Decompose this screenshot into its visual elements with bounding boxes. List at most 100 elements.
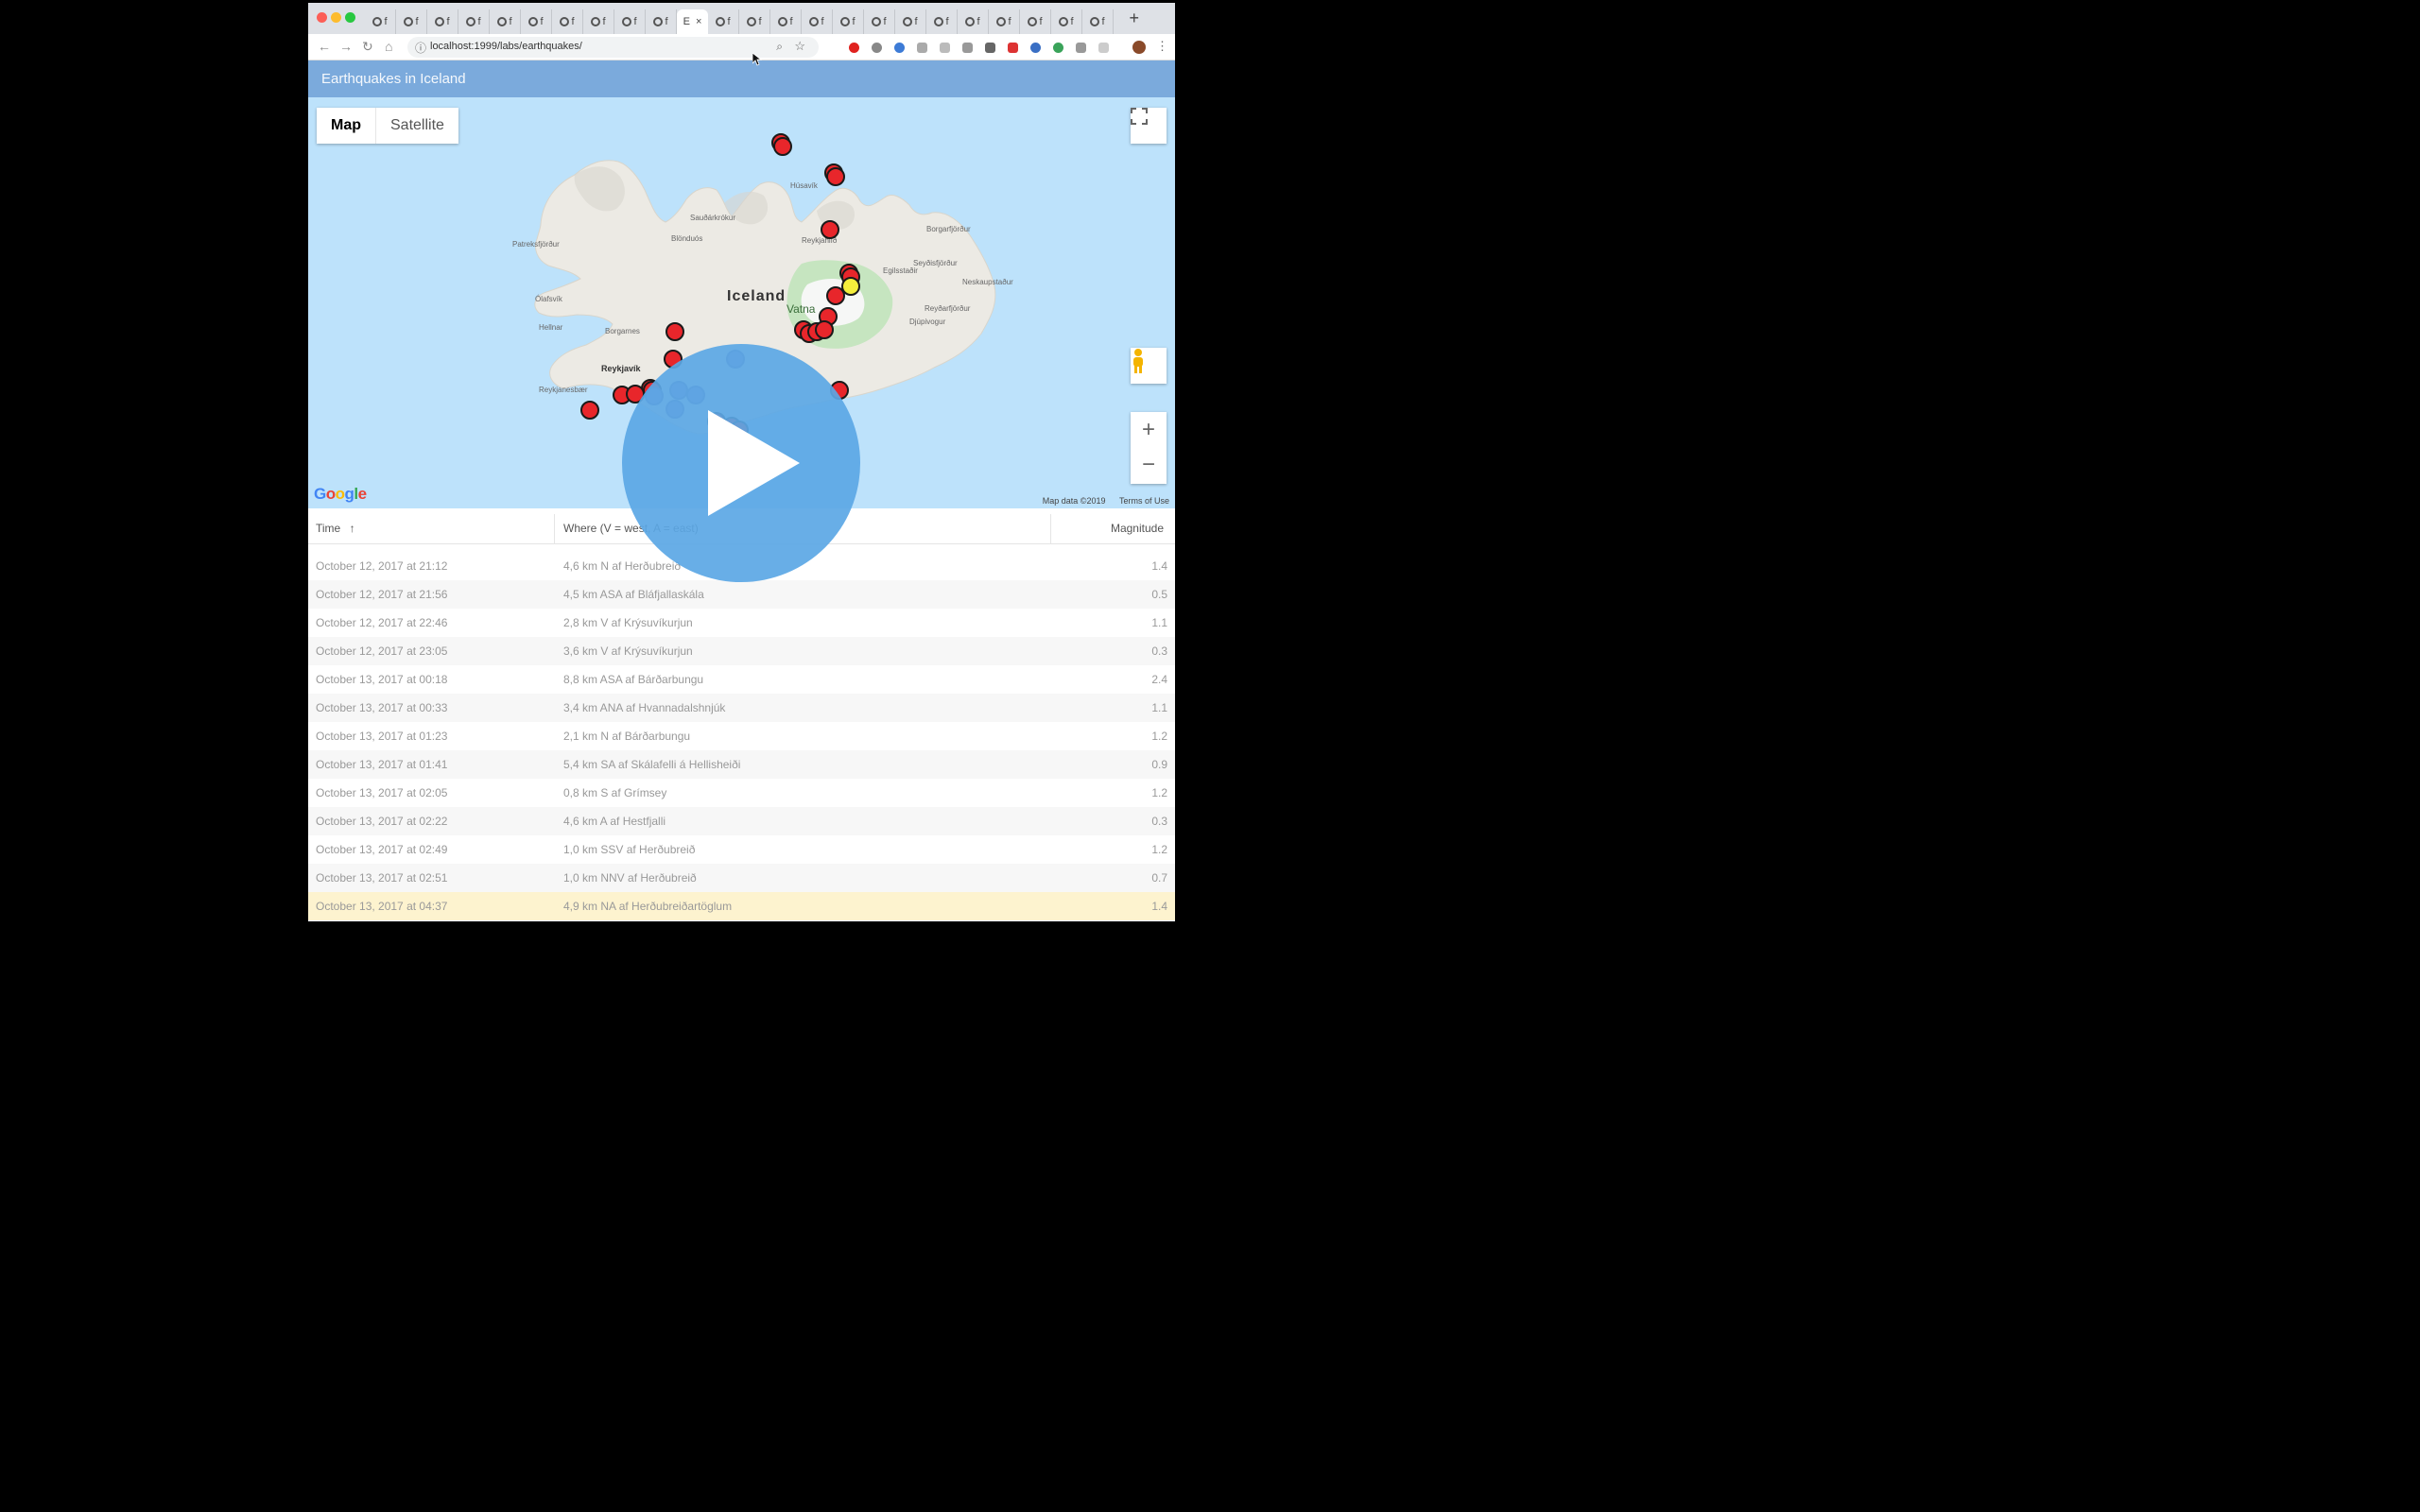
profile-avatar[interactable] — [1132, 41, 1146, 54]
column-header-magnitude[interactable]: Magnitude — [1111, 514, 1164, 543]
tab[interactable]: f — [490, 9, 521, 34]
cell-time: October 12, 2017 at 22:46 — [316, 616, 448, 629]
earthquake-marker[interactable] — [666, 322, 684, 341]
table-row[interactable]: October 13, 2017 at 02:51 1,0 km NNV af H… — [308, 864, 1175, 892]
maximize-window-button[interactable] — [345, 12, 355, 23]
tab-label: f — [1070, 16, 1074, 27]
tab-favicon-icon — [497, 17, 508, 26]
forward-icon[interactable]: → — [339, 39, 353, 54]
extension-icon[interactable] — [962, 43, 973, 53]
menu-icon[interactable]: ⋮ — [1156, 39, 1168, 54]
earthquake-marker[interactable] — [841, 277, 860, 296]
reload-icon[interactable]: ↻ — [362, 39, 373, 55]
extension-icon[interactable] — [1076, 43, 1086, 53]
tab[interactable]: f — [365, 9, 396, 34]
cell-where: 3,6 km V af Krýsuvíkurjun — [563, 644, 693, 658]
earthquake-marker[interactable] — [580, 401, 599, 420]
earthquake-marker[interactable] — [826, 286, 845, 305]
table-row[interactable]: October 12, 2017 at 21:56 4,5 km ASA af B… — [308, 580, 1175, 609]
place-label: Djúpivogur — [909, 318, 946, 326]
tab[interactable]: f — [427, 9, 458, 34]
extension-icon[interactable] — [1053, 43, 1063, 53]
extension-icon[interactable] — [1098, 43, 1109, 53]
minimize-window-button[interactable] — [331, 12, 341, 23]
map-type-satellite-button[interactable]: Satellite — [376, 108, 458, 144]
table-row[interactable]: October 13, 2017 at 04:37 4,9 km NA af He… — [308, 892, 1175, 920]
tab[interactable]: f — [802, 9, 833, 34]
extension-icon[interactable] — [940, 43, 950, 53]
tab-favicon-icon — [840, 17, 851, 26]
table-row[interactable]: October 13, 2017 at 02:49 1,0 km SSV af H… — [308, 835, 1175, 864]
tab[interactable]: f — [958, 9, 989, 34]
cell-time: October 13, 2017 at 02:51 — [316, 871, 448, 885]
home-icon[interactable]: ⌂ — [385, 39, 392, 54]
earthquake-marker[interactable] — [821, 220, 839, 239]
extension-icon[interactable] — [1030, 43, 1041, 53]
place-label: Blönduós — [671, 234, 702, 243]
table-row[interactable]: October 12, 2017 at 23:05 3,6 km V af Krý… — [308, 637, 1175, 665]
terms-of-use-link[interactable]: Terms of Use — [1119, 496, 1169, 506]
tab[interactable]: f — [614, 9, 646, 34]
table-row[interactable]: October 13, 2017 at 01:41 5,4 km SA af Sk… — [308, 750, 1175, 779]
cell-where: 3,4 km ANA af Hvannadalshnjúk — [563, 701, 726, 714]
tab[interactable]: f — [926, 9, 958, 34]
zoom-icon[interactable]: ⌕ — [776, 40, 783, 54]
tab-label: f — [977, 16, 980, 27]
earthquake-marker[interactable] — [815, 320, 834, 339]
tab[interactable]: f — [1082, 9, 1114, 34]
tab[interactable]: f — [646, 9, 677, 34]
table-row[interactable]: October 13, 2017 at 00:18 8,8 km ASA af B… — [308, 665, 1175, 694]
table-row[interactable]: October 13, 2017 at 02:05 0,8 km S af Grí… — [308, 779, 1175, 807]
tab[interactable]: f — [1051, 9, 1082, 34]
column-divider — [1050, 514, 1051, 543]
tab[interactable]: f — [552, 9, 583, 34]
back-icon[interactable]: ← — [318, 39, 331, 54]
tab[interactable]: f — [1020, 9, 1051, 34]
extension-icon[interactable] — [917, 43, 927, 53]
zoom-in-icon[interactable]: + — [1142, 412, 1155, 448]
cell-magnitude: 1.2 — [1151, 730, 1167, 743]
tab[interactable]: f — [989, 9, 1020, 34]
cell-magnitude: 1.4 — [1151, 559, 1167, 573]
tab[interactable]: f — [708, 9, 739, 34]
tab-favicon-icon — [653, 17, 664, 26]
tab[interactable]: f — [396, 9, 427, 34]
tab[interactable]: f — [895, 9, 926, 34]
earthquake-marker[interactable] — [773, 137, 792, 156]
tab[interactable]: f — [583, 9, 614, 34]
extension-icon[interactable] — [894, 43, 905, 53]
column-header-time[interactable]: Time ↑ — [316, 514, 355, 543]
extension-icon[interactable] — [872, 43, 882, 53]
close-tab-icon[interactable]: × — [696, 16, 701, 27]
tab[interactable]: f — [770, 9, 802, 34]
zoom-out-icon[interactable]: − — [1142, 448, 1155, 484]
tab-label: f — [914, 16, 918, 27]
video-play-button[interactable] — [622, 344, 860, 582]
close-window-button[interactable] — [317, 12, 327, 23]
table-row[interactable]: October 13, 2017 at 01:23 2,1 km N af Bár… — [308, 722, 1175, 750]
extension-icon[interactable] — [985, 43, 995, 53]
tab[interactable]: f — [864, 9, 895, 34]
tab-label: f — [945, 16, 949, 27]
place-label: Borgarnes — [605, 327, 640, 335]
tab[interactable]: f — [739, 9, 770, 34]
opera-extension-icon[interactable] — [849, 43, 859, 53]
info-icon[interactable]: ⓘ — [415, 40, 426, 56]
street-view-button[interactable] — [1131, 348, 1167, 384]
table-row[interactable]: October 13, 2017 at 02:22 4,6 km A af Hes… — [308, 807, 1175, 835]
tab[interactable]: f — [521, 9, 552, 34]
tab-favicon-icon — [466, 17, 476, 26]
tab-active[interactable]: E × — [677, 9, 708, 34]
map-type-map-button[interactable]: Map — [317, 108, 376, 144]
fullscreen-button[interactable] — [1131, 108, 1167, 144]
extension-icon[interactable] — [1008, 43, 1018, 53]
column-divider — [554, 514, 555, 543]
tab-favicon-icon — [996, 17, 1007, 26]
table-row[interactable]: October 13, 2017 at 00:33 3,4 km ANA af H… — [308, 694, 1175, 722]
tab[interactable]: f — [833, 9, 864, 34]
new-tab-button[interactable]: + — [1129, 9, 1139, 28]
earthquake-marker[interactable] — [826, 167, 845, 186]
tab[interactable]: f — [458, 9, 490, 34]
bookmark-star-icon[interactable]: ☆ — [794, 39, 805, 54]
table-row[interactable]: October 12, 2017 at 22:46 2,8 km V af Krý… — [308, 609, 1175, 637]
